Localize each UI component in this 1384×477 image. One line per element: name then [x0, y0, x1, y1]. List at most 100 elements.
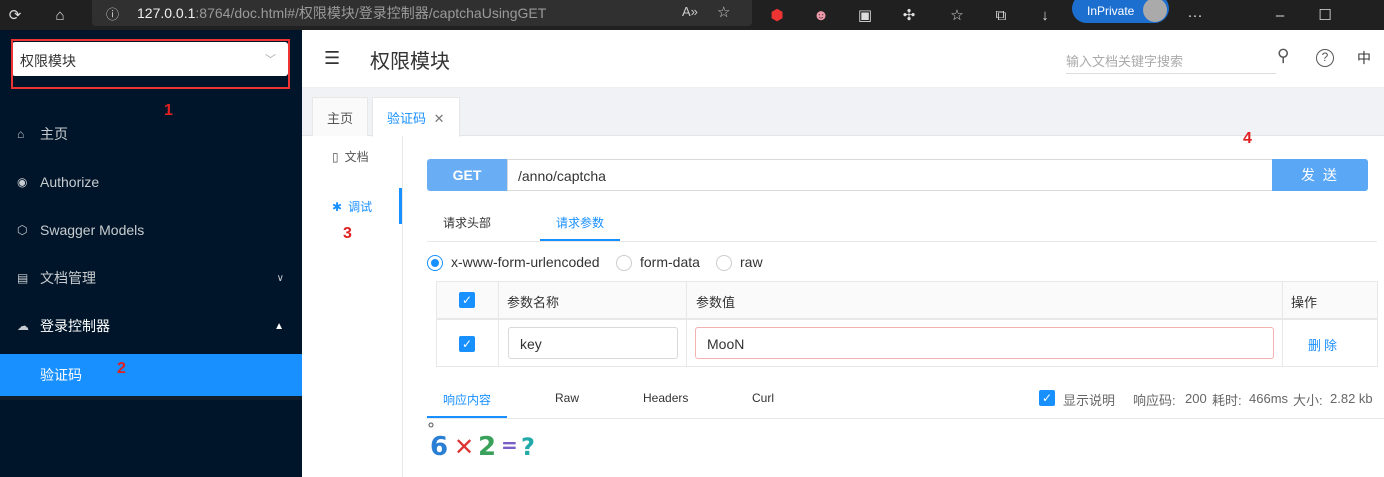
response-size-label: 大小: — [1293, 393, 1323, 408]
annotation-3: 3 — [343, 225, 352, 242]
search-input[interactable]: 输入文档关键字搜索 — [1066, 48, 1276, 74]
bug-icon: ✱ — [332, 200, 343, 214]
delete-button[interactable]: 删除 — [1308, 335, 1340, 354]
read-aloud-icon[interactable]: A» — [682, 4, 698, 19]
collections-icon[interactable]: ⧉ — [986, 0, 1016, 30]
tab-captcha[interactable]: 验证码 ✕ — [372, 97, 460, 137]
sidebar-item-login-controller[interactable]: ☁ 登录控制器 ▲ — [0, 305, 302, 347]
refresh-icon[interactable]: ⟳ — [0, 0, 30, 30]
params-table: ✓ 参数名称 参数值 操作 ✓ key MooN 删除 — [436, 281, 1378, 367]
chevron-down-icon: ∨ — [276, 272, 284, 284]
page-title: 权限模块 — [370, 51, 450, 73]
tab-curl[interactable]: Curl — [752, 391, 774, 405]
file-icon: ▯ — [332, 150, 339, 164]
chevron-up-icon: ▲ — [274, 320, 284, 332]
svg-text:6: 6 — [430, 432, 448, 462]
row-checkbox[interactable]: ✓ — [459, 336, 475, 352]
cloud-icon: ☁ — [17, 319, 29, 333]
column-divider — [1282, 282, 1283, 366]
doc-debug-nav: ▯ 文档 ✱ 调试 3 — [302, 136, 403, 477]
svg-text:=: = — [501, 433, 518, 457]
show-desc-checkbox[interactable]: ✓ — [1039, 390, 1055, 406]
url-text: 127.0.0.1:8764/doc.html#/权限模块/登录控制器/capt… — [137, 5, 547, 21]
sidebar-item-home[interactable]: ⌂ 主页 — [0, 113, 302, 155]
maximize-icon[interactable]: ☐ — [1310, 0, 1340, 30]
param-value-input[interactable]: MooN — [695, 327, 1274, 359]
tab-response-content[interactable]: 响应内容 — [443, 391, 491, 408]
home-browser-icon[interactable]: ⌂ — [45, 0, 75, 30]
sidebar-item-label: Authorize — [40, 174, 100, 190]
nav-debug-label: 调试 — [348, 200, 373, 214]
nav-doc[interactable]: ▯ 文档 — [332, 148, 369, 165]
tab-strip: 主页 验证码 ✕ — [302, 88, 1384, 137]
download-icon[interactable]: ↓ — [1030, 0, 1060, 30]
column-header: 参数名称 — [507, 295, 560, 310]
inprivate-badge[interactable]: InPrivate — [1072, 0, 1169, 23]
more-icon[interactable]: ··· — [1180, 0, 1210, 30]
minimize-icon[interactable]: – — [1265, 0, 1295, 30]
radio-urlencoded[interactable] — [427, 255, 443, 271]
sidebar-subitem-captcha[interactable]: 验证码 — [0, 354, 302, 396]
select-all-checkbox[interactable]: ✓ — [459, 292, 475, 308]
table-header — [437, 282, 1377, 319]
sidebar-item-label: 文档管理 — [40, 270, 96, 286]
response-time-label: 耗时: — [1212, 393, 1242, 408]
radio-label: form-data — [640, 254, 700, 270]
captcha-image: 6 ✕ 2 = ? — [428, 422, 535, 462]
svg-text:2: 2 — [478, 432, 496, 462]
column-header: 操作 — [1291, 295, 1318, 310]
search-icon[interactable]: ⚲ — [1277, 46, 1289, 66]
send-button[interactable]: 发 送 — [1272, 159, 1368, 191]
sidebar-item-authorize[interactable]: ◉ Authorize — [0, 161, 302, 203]
tab-request-params[interactable]: 请求参数 — [556, 214, 604, 231]
request-line: GET /anno/captcha 发 送 — [427, 159, 1368, 191]
extension-shield-icon[interactable]: ⬢ — [762, 0, 792, 30]
annotation-2: 2 — [117, 360, 126, 377]
svg-text:✕: ✕ — [454, 433, 474, 461]
method-badge[interactable]: GET — [427, 159, 507, 191]
sidebar: 权限模块 ﹀ 1 ⌂ 主页 ◉ Authorize ⬡ Swagger Mode… — [0, 30, 302, 477]
param-name-input[interactable]: key — [508, 327, 678, 359]
nav-debug[interactable]: ✱ 调试 — [332, 198, 372, 215]
response-size-value: 2.82 kb — [1330, 391, 1373, 406]
favorites-icon[interactable]: ☆ — [942, 0, 972, 30]
sidebar-item-swagger-models[interactable]: ⬡ Swagger Models — [0, 209, 302, 251]
sidebar-item-label: 主页 — [40, 126, 68, 142]
sidebar-item-label: 登录控制器 — [40, 318, 110, 334]
sidebar-divider — [0, 396, 302, 400]
sidebar-item-doc-manage[interactable]: ▤ 文档管理 ∨ — [0, 257, 302, 299]
tab-request-headers[interactable]: 请求头部 — [443, 214, 491, 231]
tab-label: 验证码 — [387, 111, 427, 126]
extensions-icon[interactable]: ✣ — [894, 0, 924, 30]
favorite-add-icon[interactable]: ☆ — [717, 3, 730, 21]
radio-label: x-www-form-urlencoded — [451, 254, 600, 270]
radio-label: raw — [740, 254, 763, 270]
extension-avatar-icon[interactable]: ☻ — [806, 0, 836, 30]
active-tab-underline — [427, 416, 507, 418]
radio-form-data[interactable] — [616, 255, 632, 271]
lock-icon: ◉ — [17, 175, 28, 189]
code-sandbox-icon: ⬡ — [17, 223, 28, 237]
column-header: 参数值 — [696, 295, 736, 310]
menu-fold-icon[interactable]: ☰ — [324, 48, 344, 69]
language-switch[interactable]: 中 — [1357, 48, 1371, 68]
tab-headers[interactable]: Headers — [643, 391, 688, 405]
info-icon[interactable]: ⓘ — [106, 4, 119, 23]
tab-home[interactable]: 主页 — [312, 97, 369, 136]
extension-box-icon[interactable]: ▣ — [850, 0, 880, 30]
nav-doc-label: 文档 — [344, 150, 369, 164]
svg-text:?: ? — [521, 433, 535, 461]
show-desc-label: 显示说明 — [1063, 393, 1116, 408]
tab-raw[interactable]: Raw — [555, 391, 579, 405]
inprivate-label: InPrivate — [1087, 4, 1135, 18]
radio-raw[interactable] — [716, 255, 732, 271]
response-time-value: 466ms — [1249, 391, 1289, 406]
column-divider — [498, 282, 499, 366]
file-search-icon: ▤ — [17, 271, 29, 285]
sidebar-item-label: Swagger Models — [40, 222, 145, 238]
help-icon[interactable]: ? — [1316, 49, 1334, 67]
address-bar[interactable]: ⓘ 127.0.0.1:8764/doc.html#/权限模块/登录控制器/ca… — [92, 0, 752, 26]
path-input[interactable]: /anno/captcha — [507, 159, 1273, 191]
tab-label: 主页 — [327, 111, 354, 126]
close-icon[interactable]: ✕ — [434, 111, 445, 126]
